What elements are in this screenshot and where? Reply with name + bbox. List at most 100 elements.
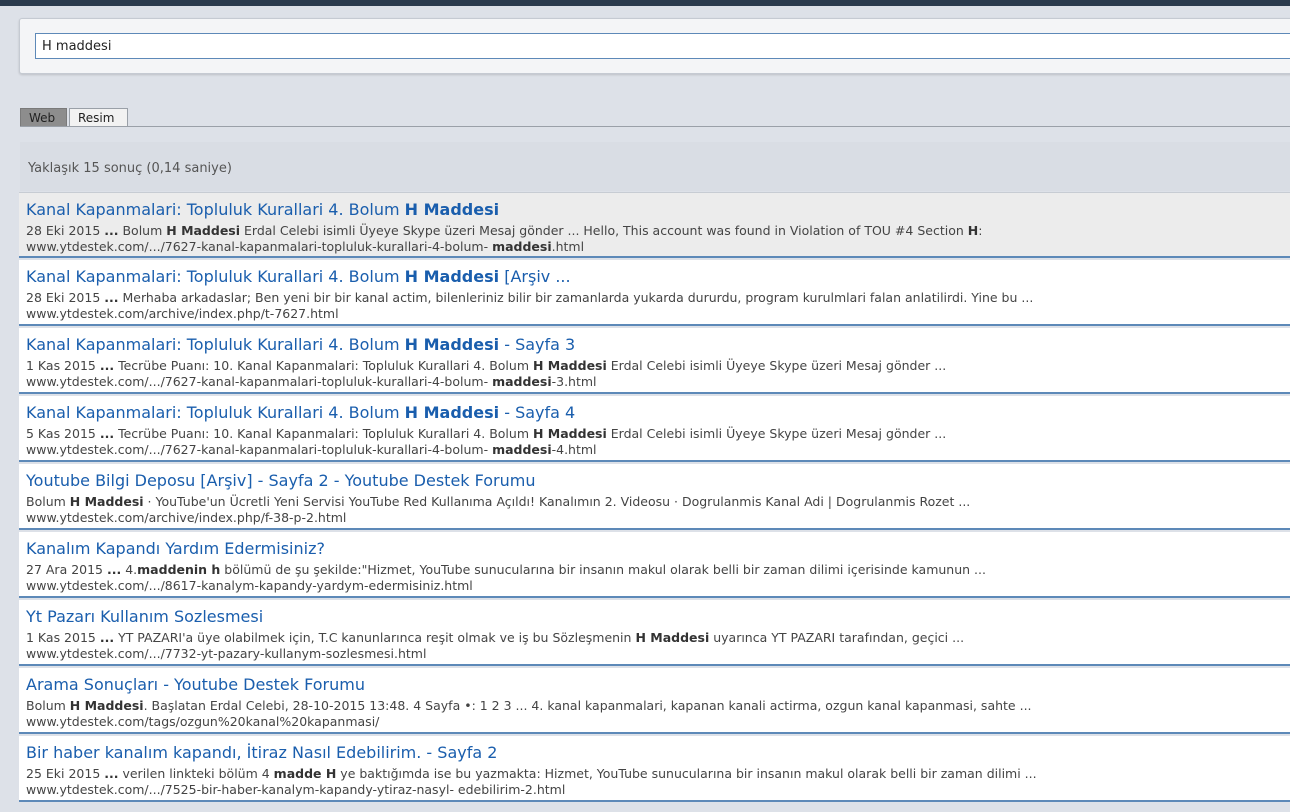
search-box — [19, 18, 1290, 74]
text-segment: 25 Eki 2015 — [26, 766, 105, 781]
result-snippet: 28 Eki 2015 ... Bolum H Maddesi Erdal Ce… — [26, 223, 1286, 238]
result-title-link[interactable]: Youtube Bilgi Deposu [Arşiv] - Sayfa 2 -… — [26, 471, 536, 490]
result-title-link[interactable]: Kanal Kapanmalari: Topluluk Kurallari 4.… — [26, 403, 575, 422]
highlight-text: maddesi — [492, 442, 552, 457]
text-segment: www.ytdestek.com/.../8617-kanalym-kapand… — [26, 578, 473, 593]
highlight-text: H Maddesi — [404, 403, 500, 422]
result-snippet: 1 Kas 2015 ... YT PAZARI'a üye olabilmek… — [26, 630, 1286, 645]
text-segment: www.ytdestek.com/.../7627-kanal-kapanmal… — [26, 442, 493, 457]
text-segment: YT PAZARI'a üye olabilmek için, T.C kanu… — [114, 630, 636, 645]
result-url: www.ytdestek.com/.../7525-bir-haber-kana… — [26, 782, 565, 797]
text-segment: 28 Eki 2015 — [26, 223, 105, 238]
text-segment: 28 Eki 2015 — [26, 290, 105, 305]
highlight-text: ... — [99, 426, 115, 441]
text-segment: www.ytdestek.com/archive/index.php/f-38-… — [26, 510, 347, 525]
result-title-link[interactable]: Kanal Kapanmalari: Topluluk Kurallari 4.… — [26, 267, 571, 286]
text-segment: [Arşiv ... — [499, 267, 571, 286]
text-segment: Bolum — [118, 223, 167, 238]
text-segment: Kanal Kapanmalari: Topluluk Kurallari 4.… — [26, 403, 405, 422]
result-title-link[interactable]: Bir haber kanalım kapandı, İtiraz Nasıl … — [26, 743, 497, 762]
text-segment: Bolum — [26, 494, 70, 509]
search-input[interactable] — [35, 33, 1290, 59]
result-item: Kanal Kapanmalari: Topluluk Kurallari 4.… — [19, 192, 1290, 258]
highlight-text: maddesi — [492, 239, 552, 254]
result-title-link[interactable]: Yt Pazarı Kullanım Sozlesmesi — [26, 607, 263, 626]
highlight-text: maddesi — [492, 374, 552, 389]
highlight-text: H Maddesi — [635, 630, 710, 645]
result-item: Kanal Kapanmalari: Topluluk Kurallari 4.… — [19, 328, 1290, 394]
highlight-text: ... — [107, 562, 122, 577]
text-segment: Kanalım Kapandı Yardım Edermisiniz? — [26, 539, 325, 558]
result-snippet: 28 Eki 2015 ... Merhaba arkadaslar; Ben … — [26, 290, 1286, 305]
result-title-link[interactable]: Kanal Kapanmalari: Topluluk Kurallari 4.… — [26, 335, 575, 354]
result-snippet: 5 Kas 2015 ... Tecrübe Puanı: 10. Kanal … — [26, 426, 1286, 441]
text-segment: www.ytdestek.com/tags/ozgun%20kanal%20ka… — [26, 714, 380, 729]
result-url: www.ytdestek.com/.../7627-kanal-kapanmal… — [26, 442, 597, 457]
result-url: www.ytdestek.com/archive/index.php/f-38-… — [26, 510, 346, 525]
text-segment: Arama Sonuçları - Youtube Destek Forumu — [26, 675, 365, 694]
highlight-text: maddenin h — [137, 562, 221, 577]
results-list: Kanal Kapanmalari: Topluluk Kurallari 4.… — [19, 192, 1290, 804]
text-segment: 27 Ara 2015 — [26, 562, 107, 577]
text-segment: .html — [551, 239, 585, 254]
result-snippet: 27 Ara 2015 ... 4.maddenin h bölümü de ş… — [26, 562, 1286, 577]
text-segment: -3.html — [551, 374, 597, 389]
highlight-text: ... — [99, 630, 115, 645]
result-snippet: Bolum H Maddesi. Başlatan Erdal Celebi, … — [26, 698, 1286, 713]
highlight-text: H Maddesi — [69, 698, 144, 713]
text-segment: . Başlatan Erdal Celebi, 28-10-2015 13:4… — [143, 698, 1032, 713]
text-segment: bölümü de şu şekilde:"Hizmet, YouTube su… — [220, 562, 986, 577]
result-title-link[interactable]: Arama Sonuçları - Youtube Destek Forumu — [26, 675, 365, 694]
tab-divider — [20, 126, 1290, 127]
text-segment: Erdal Celebi isimli Üyeye Skype üzeri Me… — [606, 426, 947, 441]
tab-web[interactable]: Web — [20, 108, 67, 127]
text-segment: · YouTube'un Ücretli Yeni Servisi YouTub… — [143, 494, 971, 509]
result-item: Kanal Kapanmalari: Topluluk Kurallari 4.… — [19, 396, 1290, 462]
result-url: www.ytdestek.com/.../7627-kanal-kapanmal… — [26, 239, 584, 254]
highlight-text: ... — [99, 358, 115, 373]
text-segment: www.ytdestek.com/.../7627-kanal-kapanmal… — [26, 374, 493, 389]
result-snippet: Bolum H Maddesi · YouTube'un Ücretli Yen… — [26, 494, 1286, 509]
result-stats: Yaklaşık 15 sonuç (0,14 saniye) — [28, 161, 232, 176]
result-item: Arama Sonuçları - Youtube Destek Forumu B… — [19, 668, 1290, 734]
results-header: Yaklaşık 15 sonuç (0,14 saniye) — [20, 142, 1290, 191]
highlight-text: ... — [104, 290, 119, 305]
text-segment: Merhaba arkadaslar; Ben yeni bir bir kan… — [118, 290, 1034, 305]
text-segment: 5 Kas 2015 — [26, 426, 100, 441]
text-segment: 1 Kas 2015 — [26, 630, 100, 645]
text-segment: - Sayfa 4 — [499, 403, 576, 422]
result-url: www.ytdestek.com/.../7627-kanal-kapanmal… — [26, 374, 597, 389]
result-title-link[interactable]: Kanal Kapanmalari: Topluluk Kurallari 4.… — [26, 200, 499, 219]
highlight-text: madde H — [273, 766, 337, 781]
text-segment: Bolum — [26, 698, 70, 713]
highlight-text: H Maddesi — [166, 223, 241, 238]
tab-resim[interactable]: Resim — [69, 108, 128, 127]
result-item: Youtube Bilgi Deposu [Arşiv] - Sayfa 2 -… — [19, 464, 1290, 530]
text-segment: Youtube Bilgi Deposu [Arşiv] - Sayfa 2 -… — [26, 471, 536, 490]
result-url: www.ytdestek.com/.../7732-yt-pazary-kull… — [26, 646, 426, 661]
text-segment: www.ytdestek.com/.../7732-yt-pazary-kull… — [26, 646, 427, 661]
result-item: Kanalım Kapandı Yardım Edermisiniz? 27 Ar… — [19, 532, 1290, 598]
text-segment: Tecrübe Puanı: 10. Kanal Kapanmalari: To… — [114, 426, 533, 441]
text-segment: verilen linkteki bölüm 4 — [118, 766, 274, 781]
highlight-text: H Maddesi — [532, 426, 607, 441]
highlight-text: H Maddesi — [404, 335, 500, 354]
highlight-text: H Maddesi — [404, 267, 500, 286]
text-segment: www.ytdestek.com/archive/index.php/t-762… — [26, 306, 339, 321]
text-segment: Kanal Kapanmalari: Topluluk Kurallari 4.… — [26, 335, 405, 354]
highlight-text: ... — [104, 223, 119, 238]
result-snippet: 1 Kas 2015 ... Tecrübe Puanı: 10. Kanal … — [26, 358, 1286, 373]
highlight-text: H Maddesi — [532, 358, 607, 373]
text-segment: Kanal Kapanmalari: Topluluk Kurallari 4.… — [26, 267, 405, 286]
result-url: www.ytdestek.com/.../8617-kanalym-kapand… — [26, 578, 473, 593]
text-segment: : — [978, 223, 983, 238]
highlight-text: H Maddesi — [69, 494, 144, 509]
result-item: Bir haber kanalım kapandı, İtiraz Nasıl … — [19, 736, 1290, 802]
result-url: www.ytdestek.com/tags/ozgun%20kanal%20ka… — [26, 714, 379, 729]
result-title-link[interactable]: Kanalım Kapandı Yardım Edermisiniz? — [26, 539, 325, 558]
text-segment: -4.html — [551, 442, 597, 457]
text-segment: Erdal Celebi isimli Üyeye Skype üzeri Me… — [240, 223, 968, 238]
text-segment: Bir haber kanalım kapandı, İtiraz Nasıl … — [26, 743, 498, 762]
text-segment: uyarınca YT PAZARI tarafından, geçici ..… — [709, 630, 965, 645]
text-segment: Kanal Kapanmalari: Topluluk Kurallari 4.… — [26, 200, 405, 219]
